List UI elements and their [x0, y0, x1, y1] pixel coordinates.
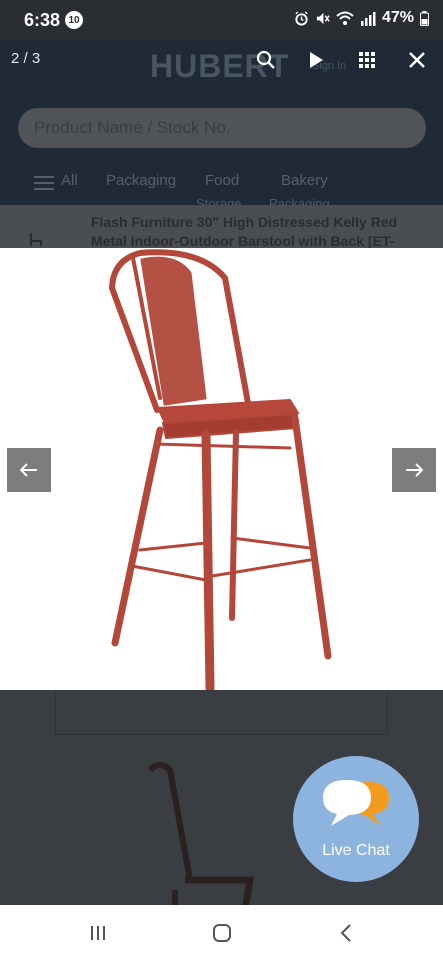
signal-icon — [360, 11, 376, 26]
battery-percent: 47% — [381, 9, 414, 26]
nav-bakery: Bakery — [281, 172, 328, 189]
back-icon — [340, 924, 351, 942]
barstool-product-image — [108, 249, 332, 693]
product-thumb-icon — [30, 233, 42, 246]
product-header: Flash Furniture 30" High Distressed Kell… — [0, 205, 443, 250]
slideshow-play-button[interactable] — [302, 46, 330, 74]
product-title: Flash Furniture 30" High Distressed Kell… — [91, 214, 398, 249]
battery-icon — [420, 10, 429, 26]
previous-image-button[interactable] — [7, 448, 51, 492]
nav-food: Food — [205, 172, 240, 189]
chat-bubbles-icon — [323, 780, 389, 826]
image-stage[interactable] — [0, 248, 443, 693]
recent-apps-icon — [91, 926, 105, 940]
status-bar: 6:38 10 47% — [0, 0, 443, 40]
next-image-button[interactable] — [392, 448, 436, 492]
nav-all: All — [61, 172, 78, 189]
product-image-frame — [55, 690, 388, 735]
notification-count-badge: 10 — [65, 11, 83, 29]
grid-icon — [359, 52, 375, 68]
alarm-icon — [295, 10, 308, 26]
system-navigation-bar — [0, 905, 443, 960]
nav-packaging: Packaging — [106, 172, 177, 189]
thumbnails-button[interactable] — [353, 46, 381, 74]
status-time: 6:38 — [24, 10, 61, 30]
category-nav: All Packaging Food Storage Bakery Packag… — [0, 172, 443, 211]
close-icon — [409, 52, 425, 68]
live-chat-button[interactable]: Live Chat — [293, 756, 419, 882]
mute-icon — [316, 12, 330, 24]
second-chair-thumbnail — [147, 762, 255, 905]
recent-apps-button[interactable] — [83, 919, 113, 947]
search-icon — [256, 50, 275, 69]
system-icons: 47% — [294, 9, 429, 27]
menu-icon — [34, 176, 54, 190]
product-search-input: Product Name / Stock No. — [18, 108, 426, 148]
wifi-icon — [336, 11, 354, 25]
home-button[interactable] — [207, 919, 237, 947]
arrow-right-icon — [406, 463, 423, 477]
back-button[interactable] — [331, 919, 361, 947]
image-counter: 2 / 3 — [11, 50, 41, 67]
home-icon — [213, 924, 231, 942]
arrow-left-icon — [20, 463, 37, 477]
live-chat-label: Live Chat — [322, 842, 390, 859]
play-icon — [310, 52, 323, 68]
search-button[interactable] — [252, 46, 280, 74]
close-viewer-button[interactable] — [403, 46, 431, 74]
